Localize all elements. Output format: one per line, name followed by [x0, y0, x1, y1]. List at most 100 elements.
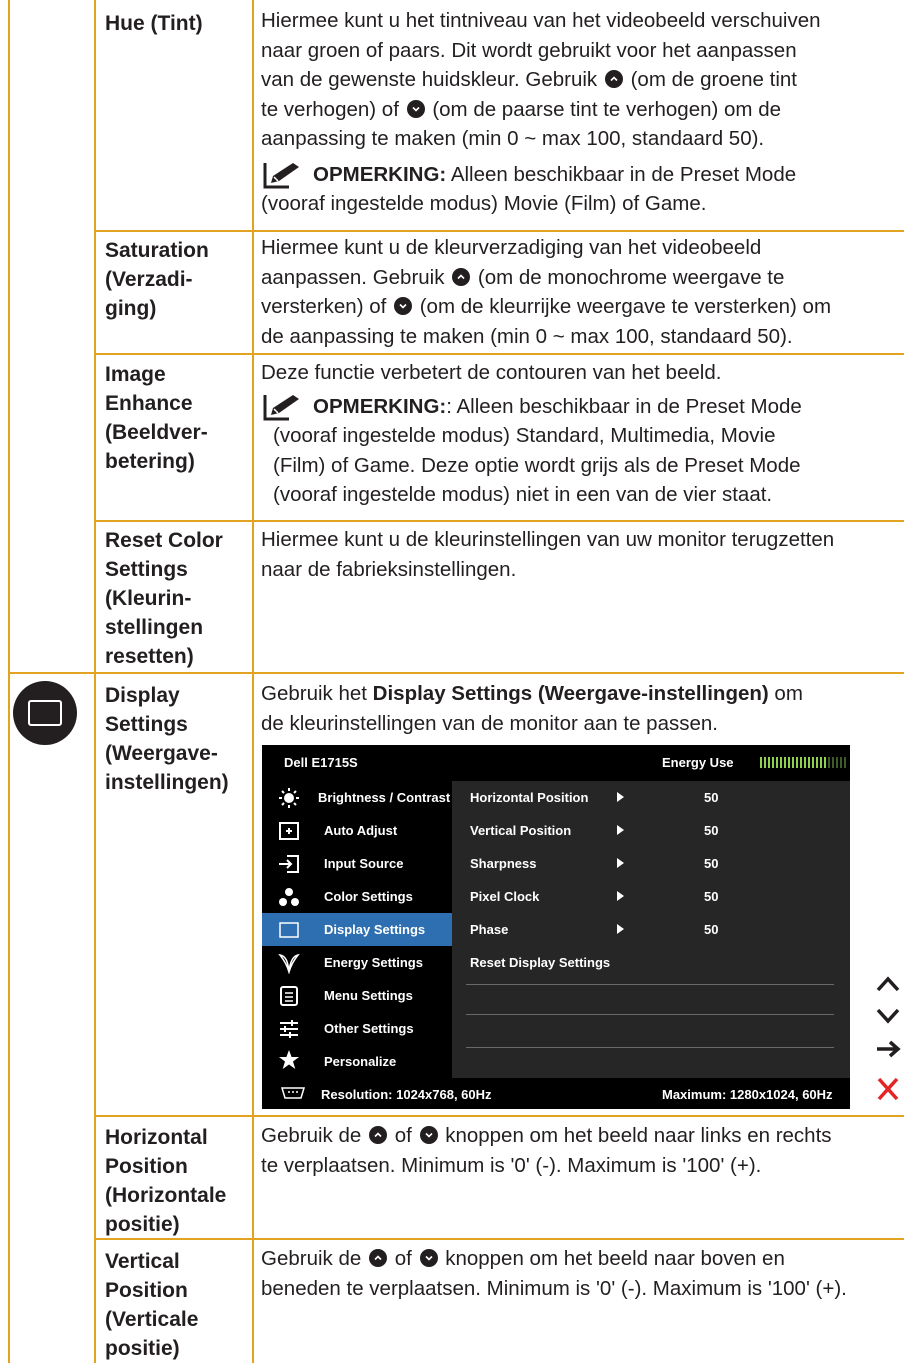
- name-line: Reset Color: [105, 529, 223, 552]
- auto-adjust-icon: [279, 822, 299, 840]
- name-line: (Horizontale: [105, 1184, 227, 1207]
- desc-line: Hiermee kunt u de kleurinstellingen van …: [261, 528, 835, 551]
- energy-bar-segment: [788, 757, 790, 768]
- osd-submenu-row[interactable]: Vertical Position 50: [452, 814, 850, 847]
- osd-menu-item[interactable]: Menu Settings: [262, 979, 452, 1012]
- osd-submenu-label: Reset Display Settings: [470, 955, 611, 970]
- note-text: Alleen beschikbaar in de Preset Mode: [450, 162, 797, 186]
- name-line: Settings: [105, 558, 188, 581]
- osd-submenu-row[interactable]: Phase 50: [452, 913, 850, 946]
- osd-empty-row-divider: [466, 1014, 834, 1015]
- osd-submenu-row[interactable]: Sharpness 50: [452, 847, 850, 880]
- osd-menu-label: Personalize: [324, 1054, 397, 1069]
- name-line: Saturation: [105, 239, 209, 262]
- close-icon[interactable]: [874, 1075, 902, 1103]
- arrow-right-icon: [617, 924, 624, 934]
- osd-menu-item-active[interactable]: Display Settings: [262, 913, 452, 946]
- energy-bar-segment: [808, 757, 810, 768]
- energy-bar-segment: [836, 757, 838, 768]
- osd-menu-label: Other Settings: [324, 1021, 414, 1036]
- setting-name-vertical-position: Vertical Position (Verticale positie): [105, 1247, 245, 1363]
- osd-menu-screenshot: Dell E1715S Energy Use Brightness / Cont…: [262, 745, 850, 1035]
- osd-menu-item[interactable]: Input Source: [262, 847, 452, 880]
- note-text: (Film) of Game. Deze optie wordt grijs a…: [273, 453, 801, 477]
- name-line: Settings: [105, 713, 188, 736]
- energy-bar-segment: [832, 757, 834, 768]
- energy-bar-segment: [844, 757, 846, 768]
- down-button-icon: [419, 1249, 438, 1267]
- osd-resolution: Resolution: 1024x768, 60Hz: [321, 1087, 492, 1102]
- osd-menu-label: Display Settings: [324, 922, 426, 937]
- osd-submenu-label: Sharpness: [470, 856, 537, 871]
- desc-line: te verplaatsen. Minimum is '0' (-). Maxi…: [261, 1153, 762, 1177]
- display-settings-icon: [279, 922, 299, 938]
- other-settings-icon: [280, 1020, 298, 1038]
- name-line: Position: [105, 1155, 188, 1178]
- osd-menu-label: Menu Settings: [324, 988, 413, 1003]
- energy-bar-segment: [804, 757, 806, 768]
- monitor-frame-icon: [28, 700, 62, 726]
- name-line: Vertical: [105, 1250, 180, 1273]
- osd-menu-label: Brightness / Contrast: [318, 790, 451, 805]
- osd-submenu-row[interactable]: Pixel Clock 50: [452, 880, 850, 913]
- osd-menu-item[interactable]: Other Settings: [262, 1012, 452, 1045]
- desc-line: de aanpassing te maken (min 0 ~ max 100,…: [261, 324, 793, 348]
- energy-bar-segment: [784, 757, 786, 768]
- table-col-divider-2: [252, 0, 254, 1363]
- osd-menu-item[interactable]: Energy Settings: [262, 946, 452, 979]
- setting-desc-horizontal-position: Gebruik de of knoppen om het beeld naar …: [261, 1121, 901, 1180]
- osd-maximum: Maximum: 1280x1024, 60Hz: [662, 1087, 833, 1102]
- setting-name-saturation: Saturation (Verzadi- ging): [105, 236, 245, 323]
- brightness-icon: [279, 788, 299, 808]
- osd-submenu-row[interactable]: Reset Display Settings: [452, 946, 850, 979]
- energy-bar-segment: [780, 757, 782, 768]
- desc-line: naar de fabrieksinstellingen.: [261, 557, 517, 581]
- energy-bar-segment: [800, 757, 802, 768]
- arrow-right-icon: [617, 792, 624, 802]
- osd-menu-item[interactable]: Color Settings: [262, 880, 452, 913]
- osd-submenu: Horizontal Position 50 Vertical Position…: [452, 781, 850, 1012]
- energy-meter: [760, 757, 848, 768]
- desc-line: aanpassen. Gebruik (om de monochrome wee…: [261, 265, 785, 289]
- name-line: (Verticale: [105, 1308, 199, 1331]
- name-line: Image: [105, 363, 166, 386]
- name-line: (Verzadi-: [105, 268, 193, 291]
- chevron-down-icon[interactable]: [874, 1006, 902, 1026]
- pencil-note-icon: [263, 162, 299, 188]
- down-button-icon: [406, 99, 425, 118]
- up-button-icon: [368, 1126, 387, 1144]
- setting-desc-reset-color: Hiermee kunt u de kleurinstellingen van …: [261, 525, 901, 584]
- up-button-icon: [368, 1249, 387, 1267]
- energy-bar-segment: [816, 757, 818, 768]
- osd-menu-item[interactable]: Brightness / Contrast: [262, 781, 452, 814]
- energy-bar-segment: [828, 757, 830, 768]
- setting-desc-display-settings: Gebruik het Display Settings (Weergave-i…: [261, 679, 901, 738]
- table-row-divider: [94, 230, 904, 232]
- desc-line: Gebruik het Display Settings (Weergave-i…: [261, 682, 803, 705]
- energy-bar-segment: [760, 757, 762, 768]
- name-line: positie): [105, 1213, 180, 1236]
- osd-submenu-row[interactable]: Horizontal Position 50: [452, 781, 850, 814]
- osd-submenu-label: Pixel Clock: [470, 889, 540, 904]
- note-title: OPMERKING:: [313, 162, 447, 186]
- name-line: Enhance: [105, 392, 193, 415]
- osd-menu-item[interactable]: Personalize: [262, 1045, 452, 1078]
- up-button-icon: [604, 70, 623, 88]
- energy-bar-segment: [792, 757, 794, 768]
- setting-desc-image-enhance: Deze functie verbetert de contouren van …: [261, 358, 901, 510]
- input-source-icon: [279, 855, 299, 873]
- desc-line: van de gewenste huidskleur. Gebruik (om …: [261, 68, 797, 91]
- name-line: ging): [105, 297, 157, 320]
- desc-line: Hiermee kunt u de kleurverzadiging van h…: [261, 236, 762, 259]
- name-line: Horizontal: [105, 1126, 208, 1149]
- arrow-right-icon[interactable]: [874, 1039, 902, 1059]
- name-line: betering): [105, 450, 195, 473]
- chevron-up-icon[interactable]: [874, 974, 902, 994]
- osd-submenu-value: 50: [704, 889, 719, 904]
- table-row-divider: [94, 520, 904, 522]
- table-row-divider: [94, 1115, 904, 1117]
- up-button-icon: [452, 267, 471, 286]
- table-row-divider: [94, 353, 904, 355]
- osd-menu-item[interactable]: Auto Adjust: [262, 814, 452, 847]
- osd-submenu-value: 50: [704, 790, 719, 805]
